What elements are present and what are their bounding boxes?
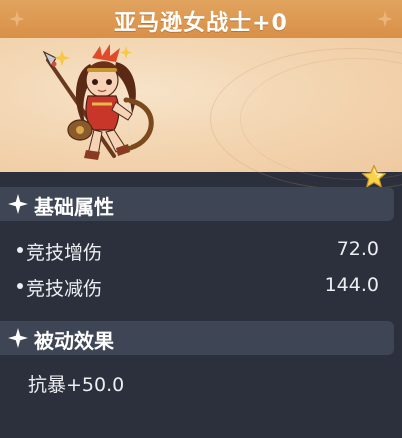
section-title: 被动效果: [34, 329, 114, 353]
corner-sparkle-icon: [376, 10, 394, 28]
title-bar: 亚马逊女战士+0: [0, 0, 402, 39]
passive-effects-header: 被动效果: [0, 321, 394, 355]
section-title: 基础属性: [34, 195, 114, 219]
item-detail-card: 亚马逊女战士+0 基础属性 竞技增伤 72.0 竞技减伤 144.0 被动效果 …: [0, 0, 402, 438]
stat-name: 竞技增伤: [26, 242, 103, 264]
basic-attributes-header: 基础属性: [0, 187, 394, 221]
item-title: 亚马逊女战士+0: [114, 11, 288, 36]
bullet-icon: [17, 247, 23, 253]
sparkle-icon: [8, 328, 28, 348]
hero-banner: [0, 38, 402, 190]
stat-value: 72.0: [336, 238, 379, 260]
stat-name: 竞技减伤: [26, 278, 103, 300]
sparkle-icon: [8, 194, 28, 214]
bullet-icon: [17, 283, 23, 289]
passive-effect-text: 抗暴+50.0: [28, 374, 125, 396]
amazon-warrior-portrait-icon: [42, 44, 154, 160]
stat-row: 竞技增伤 72.0: [0, 235, 402, 265]
stat-value: 144.0: [324, 274, 379, 296]
stat-row: 竞技减伤 144.0: [0, 271, 402, 301]
